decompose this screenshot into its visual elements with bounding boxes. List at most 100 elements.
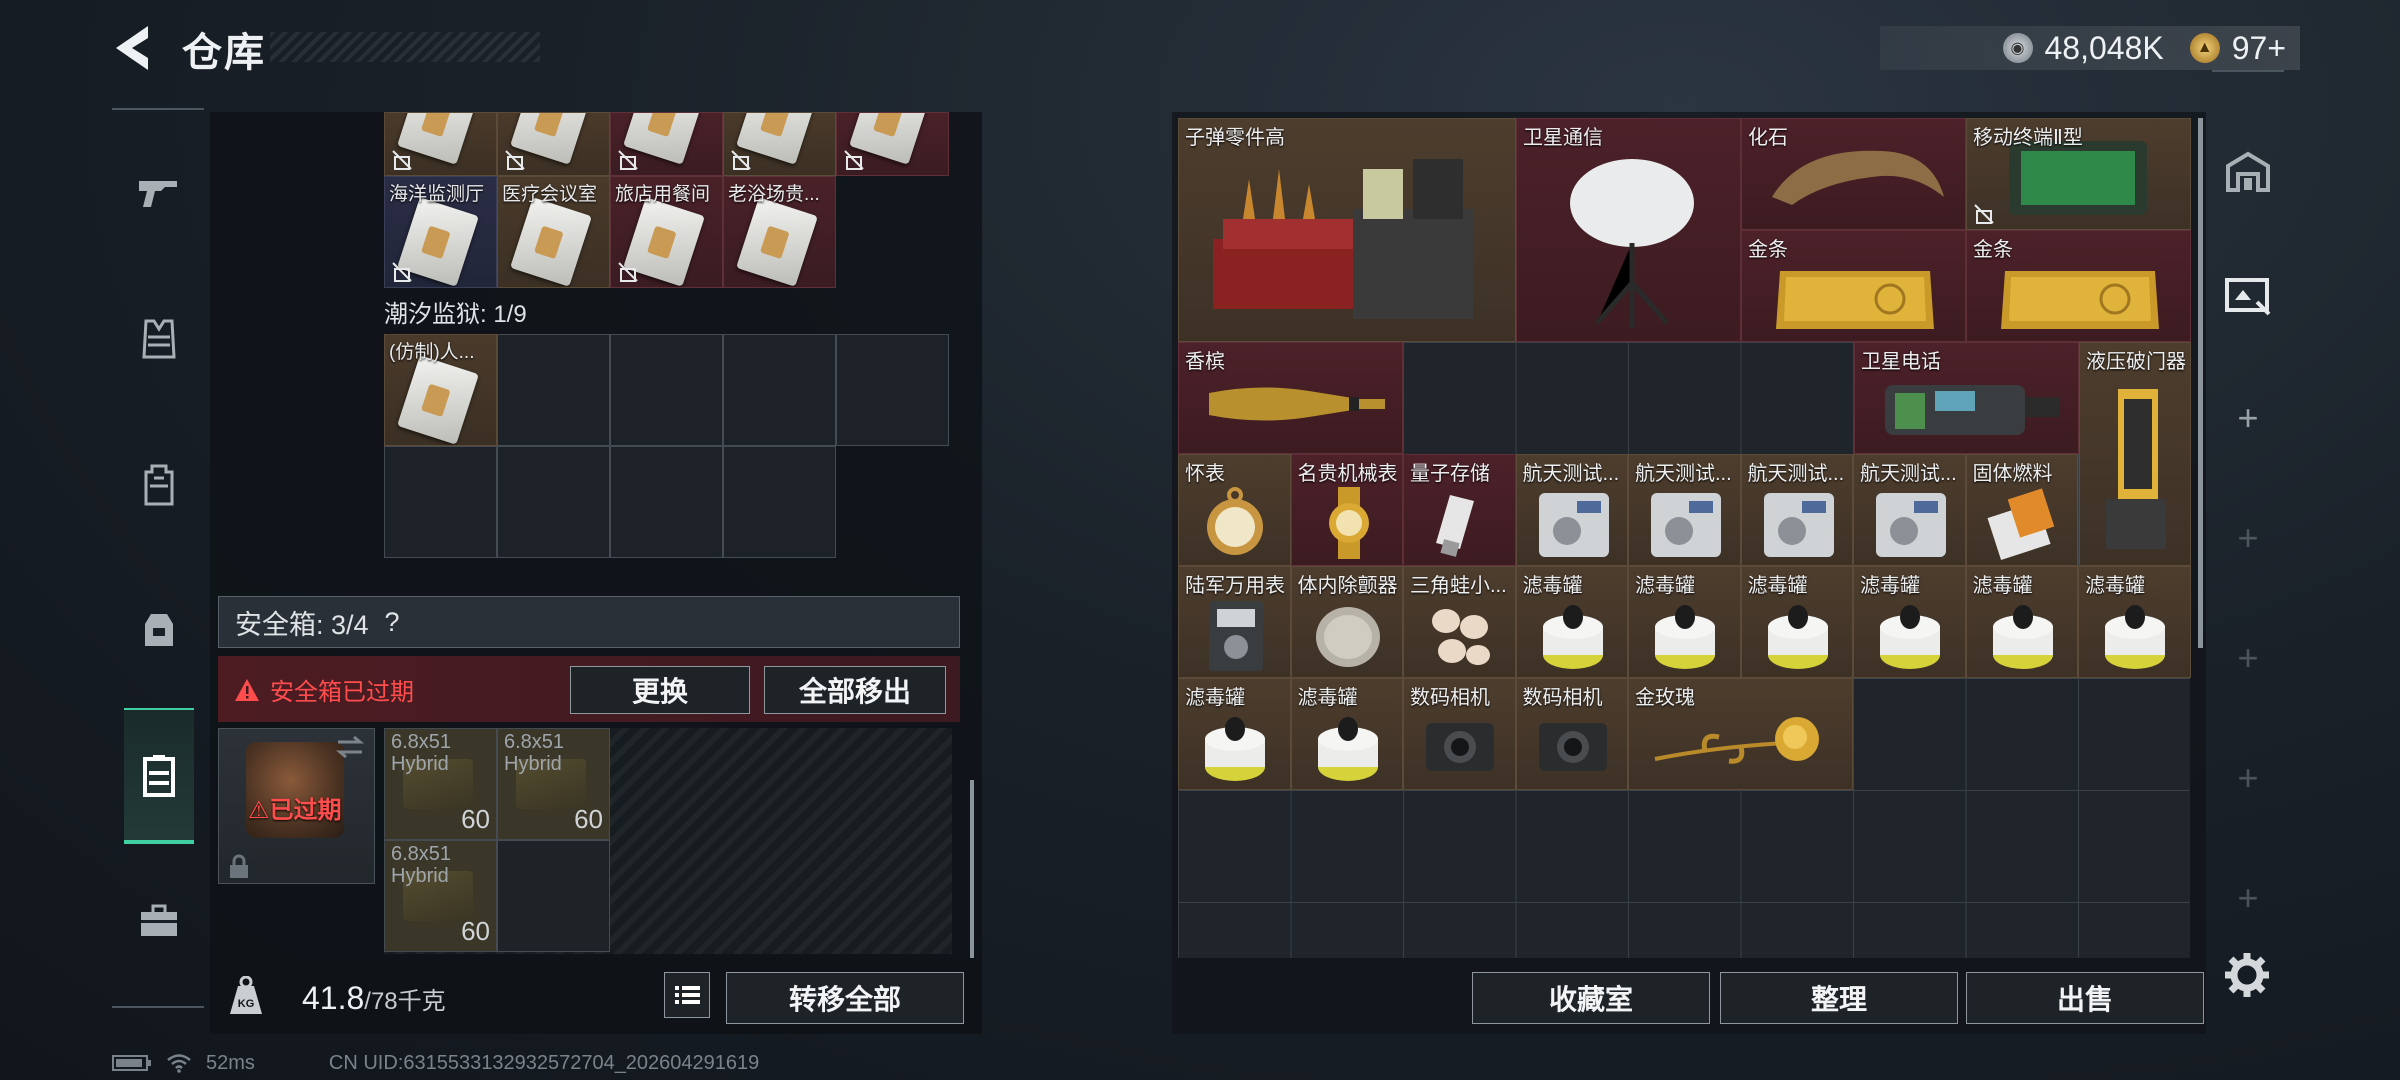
keycard-slot[interactable]: 老浴场贵...: [723, 176, 836, 288]
item-name: 滤毒罐: [1972, 575, 2033, 597]
weight-current: 41.8: [302, 980, 365, 1016]
storage-item[interactable]: 金条: [1966, 230, 2191, 342]
nav-safe-case[interactable]: [124, 708, 194, 844]
left-category-nav: [112, 108, 204, 1008]
add-storage-button[interactable]: +: [2212, 742, 2284, 814]
scrollbar[interactable]: [970, 780, 974, 960]
storage-item[interactable]: 香槟: [1178, 342, 1403, 454]
scrollbar[interactable]: [2198, 118, 2203, 648]
add-storage-button[interactable]: +: [2212, 502, 2284, 574]
help-icon[interactable]: ?: [385, 607, 400, 638]
storage-item[interactable]: 航天测试...: [1628, 454, 1741, 566]
add-storage-button[interactable]: +: [2212, 622, 2284, 694]
organize-button[interactable]: 整理: [1720, 972, 1958, 1024]
storage-item[interactable]: 金玫瑰: [1628, 678, 1853, 790]
empty-slot[interactable]: [610, 446, 723, 558]
keycard-slot[interactable]: 海洋监测厅: [384, 176, 497, 288]
keycard-slot[interactable]: [723, 112, 836, 176]
storage-item[interactable]: 化石: [1741, 118, 1966, 230]
lock-icon: [230, 854, 248, 878]
item-name: 怀表: [1185, 463, 1225, 485]
nav-briefcase[interactable]: [124, 886, 194, 956]
item-name: 滤毒罐: [1860, 575, 1920, 597]
storage-item[interactable]: 滤毒罐: [1178, 678, 1291, 790]
storage-item[interactable]: 滤毒罐: [1853, 566, 1966, 678]
storage-item[interactable]: 卫星通信: [1516, 118, 1741, 342]
item-name: 滤毒罐: [2085, 575, 2145, 597]
currency-bar: ◉ 48,048K ▲ 97+: [1880, 26, 2300, 70]
empty-slot[interactable]: [497, 446, 610, 558]
storage-item[interactable]: 子弹零件高: [1178, 118, 1516, 342]
filter-canister-icon: [1767, 605, 1828, 669]
storage-item[interactable]: 滤毒罐: [1290, 678, 1403, 790]
sell-button[interactable]: 出售: [1966, 972, 2204, 1024]
keycard-slot[interactable]: [610, 112, 723, 176]
ammo-count: 60: [461, 804, 490, 834]
item-name: 金条: [1973, 239, 2013, 261]
empty-slot[interactable]: [610, 334, 723, 446]
ammo-count: 60: [461, 916, 490, 946]
storage-item[interactable]: 名贵机械表: [1290, 454, 1403, 566]
storage-item[interactable]: 体内除颤器: [1290, 566, 1403, 678]
nav-weapons[interactable]: [124, 158, 194, 228]
nav-backpack[interactable]: [124, 450, 194, 520]
storage-item[interactable]: 滤毒罐: [1740, 566, 1853, 678]
replace-button[interactable]: 更换: [570, 666, 750, 714]
item-name: 数码相机: [1410, 687, 1490, 709]
keycard-slot[interactable]: 医疗会议室: [497, 176, 610, 288]
collection-room-button[interactable]: 收藏室: [1472, 972, 1710, 1024]
list-view-button[interactable]: [664, 972, 710, 1018]
storage-item[interactable]: 数码相机: [1403, 678, 1516, 790]
remove-all-button[interactable]: 全部移出: [764, 666, 946, 714]
nav-pouch[interactable]: [124, 594, 194, 664]
transfer-all-button[interactable]: 转移全部: [726, 972, 964, 1024]
empty-slot[interactable]: [497, 840, 610, 952]
storage-item[interactable]: 数码相机: [1515, 678, 1628, 790]
ammo-slot[interactable]: 6.8x51 Hybrid 60: [384, 840, 497, 952]
storage-item[interactable]: 航天测试...: [1740, 454, 1853, 566]
empty-slot[interactable]: [723, 446, 836, 558]
plus-icon: +: [2237, 517, 2259, 558]
keycard-slot[interactable]: [384, 112, 497, 176]
empty-slot[interactable]: [836, 334, 949, 446]
storage-item[interactable]: 怀表: [1178, 454, 1291, 566]
add-storage-button[interactable]: +: [2212, 862, 2284, 934]
keycard-slot[interactable]: [836, 112, 949, 176]
swap-icon[interactable]: [334, 734, 366, 760]
keycard-slot[interactable]: 旅店用餐间: [610, 176, 723, 288]
storage-item[interactable]: 移动终端Ⅱ型: [1966, 118, 2191, 230]
test-device-icon: [1538, 493, 1609, 557]
storage-room-tab[interactable]: [2212, 136, 2284, 208]
storage-item[interactable]: 金条: [1741, 230, 1966, 342]
storage-item[interactable]: 陆军万用表: [1178, 566, 1291, 678]
collection-tab[interactable]: [2212, 258, 2284, 330]
storage-item[interactable]: 固体燃料: [1965, 454, 2078, 566]
storage-item[interactable]: 滤毒罐: [2078, 566, 2191, 678]
empty-slot[interactable]: [384, 446, 497, 558]
storage-item[interactable]: 滤毒罐: [1515, 566, 1628, 678]
storage-item[interactable]: 滤毒罐: [1965, 566, 2078, 678]
weight-max: /78千克: [364, 988, 446, 1015]
item-name: 旅店用餐间: [615, 184, 711, 205]
settings-button[interactable]: [2222, 950, 2272, 1000]
empty-slot[interactable]: [723, 334, 836, 446]
back-button[interactable]: [108, 22, 156, 74]
title-decoration: [270, 32, 540, 62]
empty-slot[interactable]: [497, 334, 610, 446]
nav-armor[interactable]: [124, 304, 194, 374]
keycard-slot[interactable]: [497, 112, 610, 176]
ammo-slot[interactable]: 6.8x51 Hybrid 60: [384, 728, 497, 840]
storage-item[interactable]: 液压破门器: [2079, 342, 2191, 566]
storage-item[interactable]: 卫星电话: [1854, 342, 2079, 454]
backpack-icon: [144, 464, 174, 506]
storage-item[interactable]: 量子存储: [1403, 454, 1516, 566]
storage-item[interactable]: 三角蛙小...: [1403, 566, 1516, 678]
hydraulic-breacher-icon: [2106, 389, 2166, 549]
storage-item[interactable]: 滤毒罐: [1628, 566, 1741, 678]
ammo-slot[interactable]: 6.8x51 Hybrid 60: [497, 728, 610, 840]
keycard-slot[interactable]: (仿制)人...: [384, 334, 497, 446]
storage-item[interactable]: 航天测试...: [1515, 454, 1628, 566]
no-sell-icon: [844, 150, 864, 170]
storage-item[interactable]: 航天测试...: [1853, 454, 1966, 566]
add-storage-button[interactable]: +: [2212, 382, 2284, 454]
